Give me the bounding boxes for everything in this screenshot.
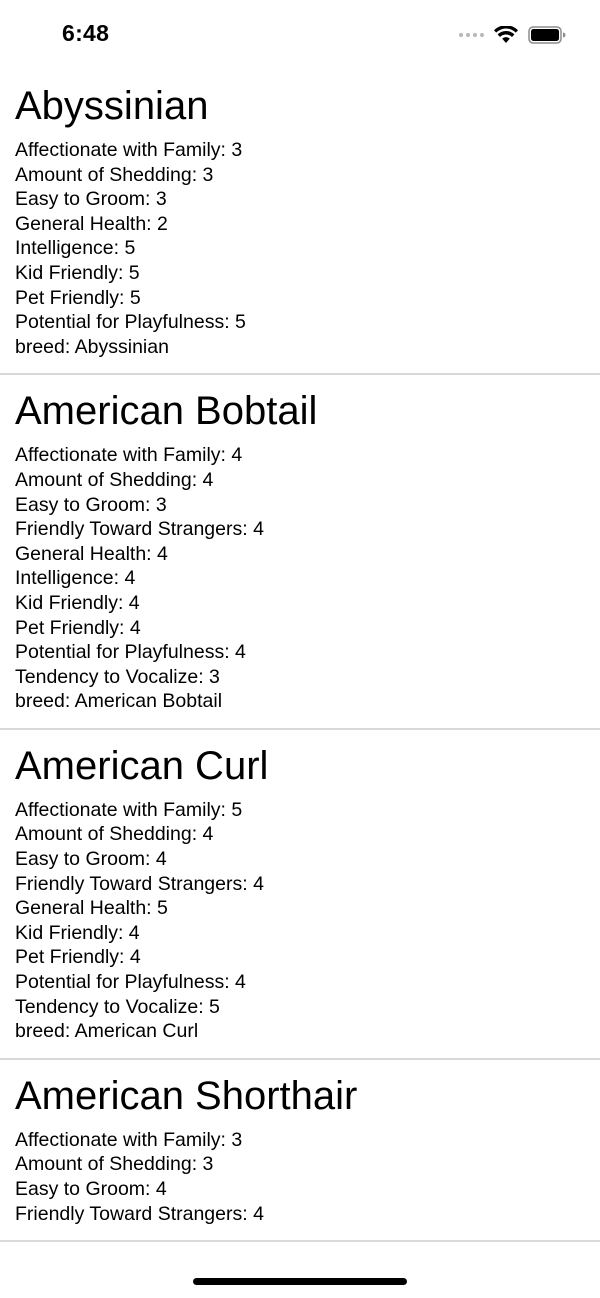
trait-item: breed: Abyssinian <box>15 335 169 358</box>
trait-item: Friendly Toward Strangers: 4 <box>15 518 264 541</box>
trait-item: Kid Friendly: 4 <box>15 921 140 944</box>
trait-item: Amount of Shedding: 4 <box>15 823 214 846</box>
home-indicator[interactable] <box>193 1278 407 1285</box>
trait-item: Amount of Shedding: 4 <box>15 468 214 491</box>
trait-item: Kid Friendly: 4 <box>15 591 140 614</box>
trait-item: Affectionate with Family: 5 <box>15 798 243 821</box>
breed-card-american-curl[interactable]: American Curl Affectionate with Family: … <box>0 730 600 1060</box>
breed-list[interactable]: Abyssinian Affectionate with Family: 3 A… <box>0 70 600 1248</box>
trait-item: Easy to Groom: 3 <box>15 188 167 211</box>
trait-item: Intelligence: 4 <box>15 567 136 590</box>
trait-item: Kid Friendly: 5 <box>15 261 140 284</box>
breed-title: Abyssinian <box>15 84 209 128</box>
trait-item: Pet Friendly: 5 <box>15 286 141 309</box>
trait-list: Affectionate with Family: 3 Amount of Sh… <box>15 1128 585 1240</box>
trait-item: Potential for Playfulness: 4 <box>15 971 246 994</box>
breed-title: American Bobtail <box>15 389 318 434</box>
trait-item: breed: American Curl <box>15 1020 199 1043</box>
status-bar: 6:48 <box>0 0 600 70</box>
trait-item: Easy to Groom: 4 <box>15 1178 167 1200</box>
trait-list: Affectionate with Family: 4 Amount of Sh… <box>15 443 585 728</box>
trait-item: Amount of Shedding: 3 <box>15 163 214 186</box>
trait-item: breed: American Bobtail <box>15 690 223 713</box>
breed-title: American Shorthair <box>15 1073 358 1118</box>
breed-title: American Curl <box>15 743 269 788</box>
scroll-fade <box>0 1240 600 1260</box>
trait-item: Amount of Shedding: 3 <box>15 1153 214 1176</box>
trait-item: Easy to Groom: 4 <box>15 848 167 871</box>
status-icons <box>459 24 566 46</box>
trait-item: Affectionate with Family: 3 <box>15 139 243 161</box>
trait-item: General Health: 5 <box>15 897 168 920</box>
battery-icon <box>528 26 566 44</box>
trait-item: Pet Friendly: 4 <box>15 946 141 969</box>
trait-list: Affectionate with Family: 5 Amount of Sh… <box>15 798 585 1058</box>
status-time: 6:48 <box>62 20 110 46</box>
trait-item: General Health: 4 <box>15 542 168 565</box>
trait-item: Tendency to Vocalize: 3 <box>15 665 220 688</box>
breed-card-american-bobtail[interactable]: American Bobtail Affectionate with Famil… <box>0 375 600 730</box>
trait-item: Potential for Playfulness: 4 <box>15 641 246 664</box>
trait-item: Affectionate with Family: 4 <box>15 444 243 467</box>
breed-card-american-shorthair[interactable]: American Shorthair Affectionate with Fam… <box>0 1060 600 1243</box>
trait-item: Pet Friendly: 4 <box>15 616 141 639</box>
trait-list: Affectionate with Family: 3 Amount of Sh… <box>15 138 585 373</box>
wifi-icon <box>494 26 518 43</box>
breed-card-abyssinian[interactable]: Abyssinian Affectionate with Family: 3 A… <box>0 70 600 376</box>
trait-item: Affectionate with Family: 3 <box>15 1128 243 1151</box>
trait-item: Friendly Toward Strangers: 4 <box>15 872 264 895</box>
trait-item: Easy to Groom: 3 <box>15 493 167 516</box>
trait-item: Friendly Toward Strangers: 4 <box>15 1202 264 1225</box>
cellular-signal-icon <box>459 33 484 37</box>
trait-item: General Health: 2 <box>15 212 168 235</box>
trait-item: Potential for Playfulness: 5 <box>15 311 246 334</box>
trait-item: Intelligence: 5 <box>15 237 136 260</box>
trait-item: Tendency to Vocalize: 5 <box>15 995 220 1018</box>
